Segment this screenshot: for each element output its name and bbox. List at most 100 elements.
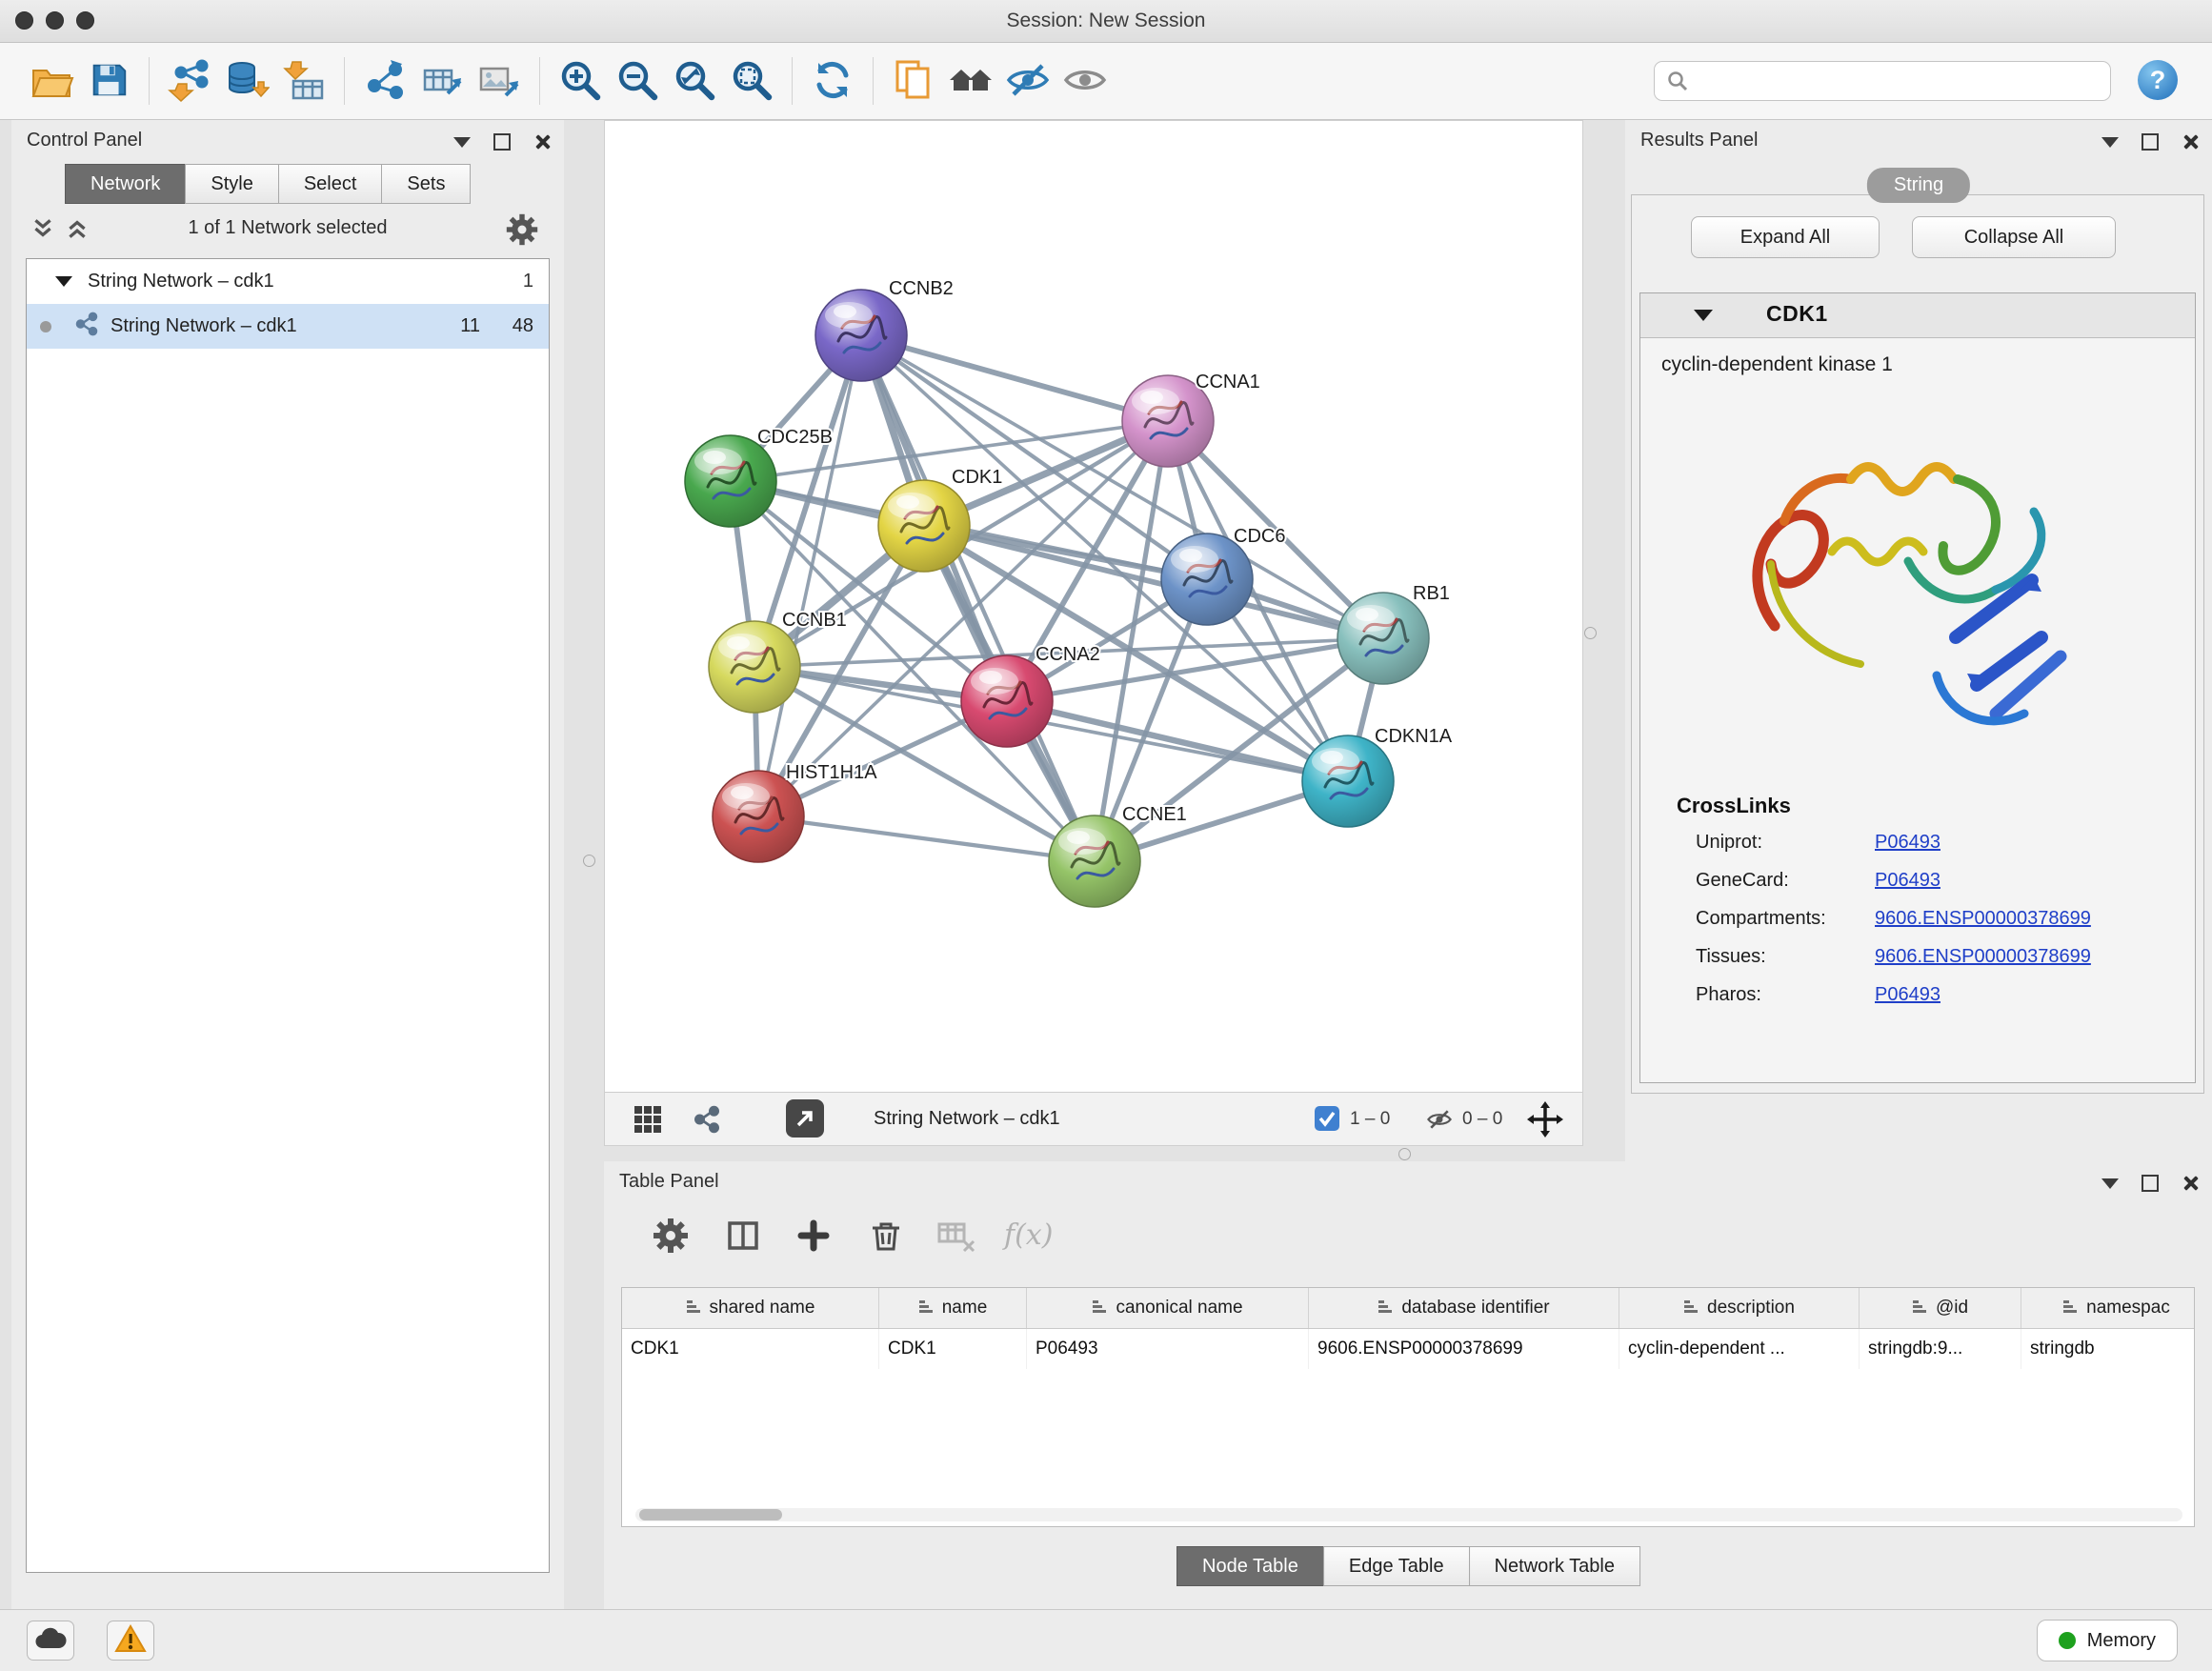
node-CCNA2[interactable] (961, 655, 1053, 747)
node-HIST1H1A[interactable] (713, 771, 804, 862)
hidden-eye-slash-icon[interactable] (1426, 1106, 1453, 1137)
select-columns-icon[interactable] (724, 1217, 762, 1259)
add-column-icon[interactable] (794, 1217, 833, 1259)
tab-style[interactable]: Style (185, 164, 278, 204)
panel-collapse-icon[interactable] (2101, 137, 2119, 148)
open-in-new-window-button[interactable] (786, 1099, 824, 1137)
column-header-2[interactable]: canonical name (1027, 1288, 1309, 1328)
tab-select[interactable]: Select (278, 164, 383, 204)
edge-CCNB2-HIST1H1A[interactable] (758, 335, 861, 816)
import-network-database-button[interactable] (218, 51, 275, 111)
tree-expander-icon[interactable] (55, 276, 72, 287)
tab-edge-table[interactable]: Edge Table (1323, 1546, 1470, 1586)
panel-float-icon[interactable] (493, 133, 511, 151)
crosslink-link-1[interactable]: P06493 (1875, 870, 1941, 892)
panel-close-icon[interactable] (533, 133, 551, 151)
search-input[interactable] (1654, 61, 2111, 101)
home-button[interactable] (942, 51, 999, 111)
import-table-button[interactable] (275, 51, 332, 111)
gear-icon[interactable] (505, 212, 539, 252)
tab-network[interactable]: Network (65, 164, 186, 204)
edge-HIST1H1A-CCNE1[interactable] (758, 816, 1095, 861)
scrollbar-thumb[interactable] (639, 1509, 782, 1520)
section-expander-icon[interactable] (1694, 310, 1713, 321)
tab-network-table[interactable]: Network Table (1469, 1546, 1640, 1586)
warnings-button[interactable] (107, 1621, 154, 1661)
table-cell[interactable]: CDK1 (622, 1329, 879, 1369)
cloud-status-button[interactable] (27, 1621, 74, 1661)
network-graph[interactable]: CCNB2CCNA1CDC25BCDK1CDC6RB1CCNB1CCNA2CDK… (605, 121, 1582, 1093)
node-CDK1[interactable] (878, 480, 970, 572)
table-row[interactable]: CDK1CDK1P064939606.ENSP00000378699cyclin… (622, 1329, 2194, 1369)
panel-collapse-icon[interactable] (2101, 1178, 2119, 1189)
crosslink-link-2[interactable]: 9606.ENSP00000378699 (1875, 908, 2091, 930)
node-CDC25B[interactable] (685, 435, 776, 527)
splitter-handle[interactable] (1398, 1148, 1411, 1160)
zoom-out-button[interactable] (609, 51, 666, 111)
collapse-all-button[interactable]: Collapse All (1912, 216, 2116, 258)
node-CCNB1[interactable] (709, 621, 800, 713)
panel-float-icon[interactable] (2142, 1175, 2159, 1192)
node-CCNB2[interactable] (815, 290, 907, 381)
table-cell[interactable]: 9606.ENSP00000378699 (1309, 1329, 1619, 1369)
show-all-button[interactable] (1056, 51, 1114, 111)
memory-button[interactable]: Memory (2037, 1620, 2178, 1661)
table-cell[interactable]: cyclin-dependent ... (1619, 1329, 1860, 1369)
node-CCNE1[interactable] (1049, 815, 1140, 907)
birdseye-grid-icon[interactable] (633, 1105, 662, 1138)
network-row-selected[interactable]: String Network – cdk1 11 48 (27, 304, 549, 349)
network-canvas[interactable]: CCNB2CCNA1CDC25BCDK1CDC6RB1CCNB1CCNA2CDK… (604, 120, 1583, 1146)
copy-document-button[interactable] (885, 51, 942, 111)
splitter-handle[interactable] (1584, 627, 1597, 639)
gene-section-header[interactable]: CDK1 (1640, 293, 2195, 338)
node-CDC6[interactable] (1161, 534, 1253, 625)
tab-node-table[interactable]: Node Table (1176, 1546, 1324, 1586)
column-header-4[interactable]: description (1619, 1288, 1860, 1328)
column-header-5[interactable]: @id (1860, 1288, 2021, 1328)
node-RB1[interactable] (1337, 593, 1429, 684)
panel-float-icon[interactable] (2142, 133, 2159, 151)
table-cell[interactable]: stringdb (2021, 1329, 2195, 1369)
network-share-icon[interactable] (693, 1105, 721, 1138)
panel-close-icon[interactable] (2182, 133, 2199, 151)
column-header-1[interactable]: name (879, 1288, 1027, 1328)
zoom-fit-button[interactable] (666, 51, 723, 111)
zoom-in-button[interactable] (552, 51, 609, 111)
import-network-file-button[interactable] (161, 51, 218, 111)
help-button[interactable]: ? (2134, 51, 2182, 111)
column-header-6[interactable]: namespac (2021, 1288, 2195, 1328)
table-cell[interactable]: stringdb:9... (1860, 1329, 2021, 1369)
column-header-3[interactable]: database identifier (1309, 1288, 1619, 1328)
selected-checkbox-icon[interactable] (1315, 1106, 1339, 1136)
crosslink-link-0[interactable]: P06493 (1875, 832, 1941, 854)
zoom-selected-button[interactable] (723, 51, 780, 111)
save-session-button[interactable] (80, 51, 137, 111)
hide-selected-button[interactable] (999, 51, 1056, 111)
export-table-button[interactable] (413, 51, 471, 111)
table-cell[interactable]: P06493 (1027, 1329, 1309, 1369)
horizontal-scrollbar[interactable] (635, 1508, 2182, 1521)
column-header-0[interactable]: shared name (622, 1288, 879, 1328)
crosslink-link-4[interactable]: P06493 (1875, 984, 1941, 1006)
splitter-handle[interactable] (583, 855, 595, 867)
panel-close-icon[interactable] (2182, 1175, 2199, 1192)
function-builder-icon[interactable]: f(x) (1004, 1218, 1053, 1252)
crosslink-link-3[interactable]: 9606.ENSP00000378699 (1875, 946, 2091, 968)
edge-CCNA2-CDKN1A[interactable] (1007, 701, 1348, 781)
string-tab-badge[interactable]: String (1867, 168, 1970, 203)
table-cell[interactable]: CDK1 (879, 1329, 1027, 1369)
delete-column-trash-icon[interactable] (867, 1217, 905, 1259)
open-session-button[interactable] (23, 51, 80, 111)
panel-collapse-icon[interactable] (453, 137, 471, 148)
tab-sets[interactable]: Sets (381, 164, 471, 204)
table-gear-icon[interactable] (652, 1217, 690, 1259)
refresh-view-button[interactable] (804, 51, 861, 111)
delete-table-icon[interactable] (935, 1217, 977, 1259)
new-network-button[interactable] (356, 51, 413, 111)
network-collection-row[interactable]: String Network – cdk1 1 (27, 259, 549, 304)
edge-CCNB2-CCNE1[interactable] (861, 335, 1095, 861)
export-image-button[interactable] (471, 51, 528, 111)
node-CDKN1A[interactable] (1302, 735, 1394, 827)
expand-all-button[interactable]: Expand All (1691, 216, 1880, 258)
pan-crosshair-icon[interactable] (1527, 1101, 1563, 1142)
